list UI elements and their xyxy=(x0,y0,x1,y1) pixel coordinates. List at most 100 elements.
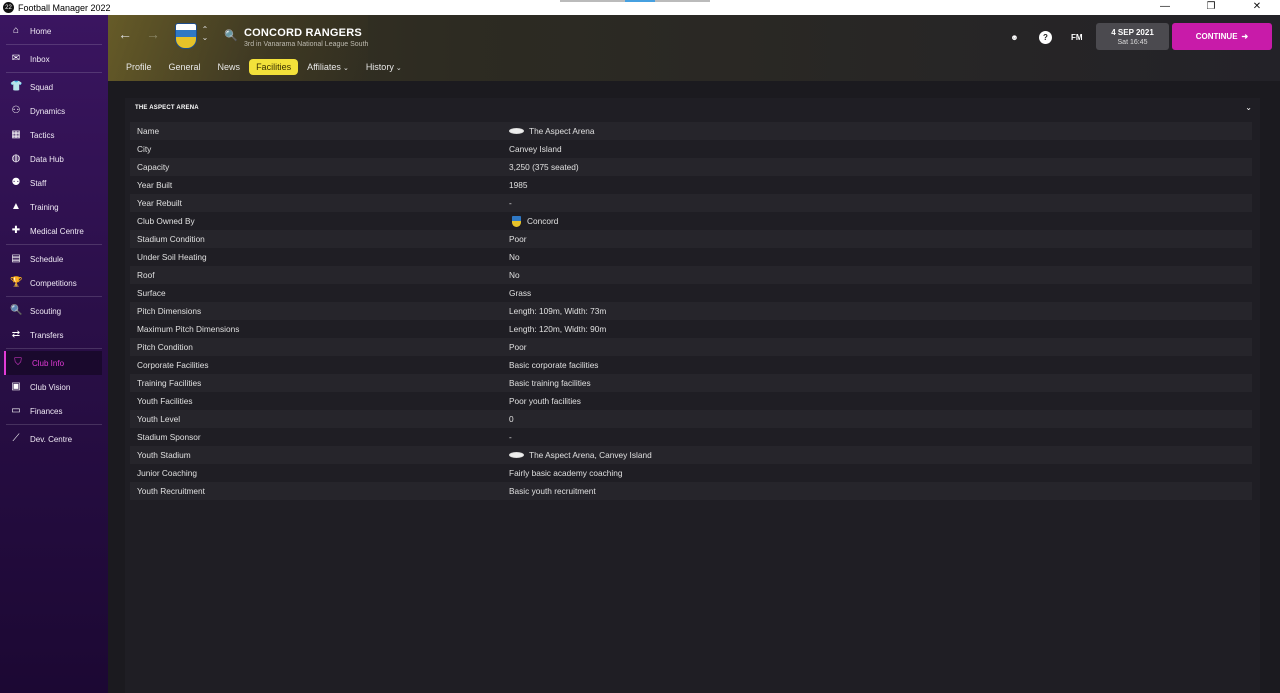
club-crest xyxy=(175,23,197,49)
row-value: - xyxy=(509,432,512,442)
social-feed-icon[interactable]: ☻ xyxy=(1008,31,1021,44)
row-value: 0 xyxy=(509,414,514,424)
row-label: Maximum Pitch Dimensions xyxy=(137,324,240,334)
row-value[interactable]: The Aspect Arena xyxy=(509,126,595,136)
sidebar-item-label: Inbox xyxy=(30,54,50,64)
sidebar-item-staff[interactable]: ⚉ Staff xyxy=(0,171,108,195)
row-value: No xyxy=(509,252,520,262)
sidebar-item-scouting[interactable]: 🔍 Scouting xyxy=(0,299,108,323)
back-arrow-icon[interactable]: ← xyxy=(118,27,132,41)
search-icon[interactable]: 🔍 xyxy=(224,29,238,42)
club-league-position: 3rd in Vanarama National League South xyxy=(244,41,369,48)
training-cone-icon: ▲ xyxy=(11,201,21,212)
sidebar-item-label: Dev. Centre xyxy=(30,434,73,444)
sidebar-nav: ⌂ Home ✉ Inbox 👕 Squad ⚇ Dynamics ▦ Tactics ◍… xyxy=(0,15,108,693)
row-label: Junior Coaching xyxy=(137,468,197,478)
sidebar-item-finances[interactable]: ▭ Finances xyxy=(0,399,108,423)
table-row: Club Owned By Concord xyxy=(130,212,1252,230)
table-row: Corporate Facilities Basic corporate faci… xyxy=(130,356,1252,374)
sidebar-item-label: Dynamics xyxy=(30,106,66,116)
club-crest-icon xyxy=(512,215,521,227)
shirt-icon: 👕 xyxy=(10,81,23,92)
row-value: Basic corporate facilities xyxy=(509,360,599,370)
minimize-button[interactable]: — xyxy=(1142,0,1188,15)
sidebar-item-club-vision[interactable]: ▣ Club Vision xyxy=(0,375,108,399)
row-value[interactable]: The Aspect Arena, Canvey Island xyxy=(509,450,652,460)
sidebar-item-dev-centre[interactable]: ⟋ Dev. Centre xyxy=(0,427,108,451)
sidebar-item-schedule[interactable]: ▤ Schedule xyxy=(0,247,108,271)
close-button[interactable]: ✕ xyxy=(1234,0,1280,15)
table-row: Youth Recruitment Basic youth recruitment xyxy=(130,482,1252,500)
continue-button[interactable]: CONTINUE ➜ xyxy=(1172,23,1272,50)
tab-facilities[interactable]: Facilities xyxy=(249,59,299,75)
sidebar-item-training[interactable]: ▲ Training xyxy=(0,195,108,219)
magnifier-icon: 🔍 xyxy=(10,305,23,316)
row-label: Under Soil Heating xyxy=(137,252,207,262)
tab-history[interactable]: History ⌄ xyxy=(358,59,410,75)
sidebar-item-label: Competitions xyxy=(30,278,77,288)
table-row: City Canvey Island xyxy=(130,140,1252,158)
tab-affiliates[interactable]: Affiliates ⌄ xyxy=(299,59,357,75)
people-icon: ⚇ xyxy=(11,105,21,116)
help-icon[interactable]: ? xyxy=(1039,31,1052,44)
tab-news[interactable]: News xyxy=(210,59,249,75)
panel-title: THE ASPECT ARENA xyxy=(135,105,199,111)
sidebar-item-club-info[interactable]: ⛉ Club Info xyxy=(4,351,102,375)
fm-app-icon: 22 xyxy=(3,2,14,13)
row-label: Pitch Dimensions xyxy=(137,306,202,316)
window-title-bar: 22 Football Manager 2022 — ❐ ✕ xyxy=(0,0,1280,15)
staff-icon: ⚉ xyxy=(11,177,21,188)
game-date[interactable]: 4 SEP 2021 Sat 16:45 xyxy=(1096,23,1169,50)
sidebar-item-home[interactable]: ⌂ Home xyxy=(0,19,108,43)
tactics-board-icon: ▦ xyxy=(11,129,21,140)
club-switch-chevrons-icon[interactable]: ⌃ ⌄ xyxy=(201,26,209,42)
facilities-table: Name The Aspect Arena City Canvey Island C… xyxy=(130,122,1252,500)
row-label: Youth Facilities xyxy=(137,396,193,406)
row-value: 1985 xyxy=(509,180,528,190)
row-value: Poor xyxy=(509,342,527,352)
tab-profile[interactable]: Profile xyxy=(118,59,160,75)
row-label: Year Built xyxy=(137,180,173,190)
table-row: Youth Level 0 xyxy=(130,410,1252,428)
restore-button[interactable]: ❐ xyxy=(1188,0,1234,15)
sidebar-item-medical-centre[interactable]: ✚ Medical Centre xyxy=(0,219,108,243)
sidebar-item-label: Scouting xyxy=(30,306,62,316)
sidebar-item-data-hub[interactable]: ◍ Data Hub xyxy=(0,147,108,171)
table-row: Year Rebuilt - xyxy=(130,194,1252,212)
row-value: Grass xyxy=(509,288,532,298)
table-row: Capacity 3,250 (375 seated) xyxy=(130,158,1252,176)
forward-arrow-icon[interactable]: → xyxy=(146,27,160,41)
sidebar-item-tactics[interactable]: ▦ Tactics xyxy=(0,123,108,147)
sidebar-item-transfers[interactable]: ⇄ Transfers xyxy=(0,323,108,347)
row-label: Youth Level xyxy=(137,414,181,424)
sidebar-item-label: Finances xyxy=(30,406,63,416)
table-row: Roof No xyxy=(130,266,1252,284)
chevron-down-icon: ⌄ xyxy=(342,65,349,72)
row-label: Youth Stadium xyxy=(137,450,191,460)
briefcase-icon: ▣ xyxy=(11,381,21,392)
sidebar-item-competitions[interactable]: 🏆 Competitions xyxy=(0,271,108,295)
fm-menu-button[interactable]: FM xyxy=(1071,33,1083,42)
row-value: No xyxy=(509,270,520,280)
continue-arrow-icon: ➜ xyxy=(1241,32,1249,41)
sidebar-item-label: Data Hub xyxy=(30,154,64,164)
date-text: 4 SEP 2021 xyxy=(1111,28,1154,37)
table-row: Stadium Condition Poor xyxy=(130,230,1252,248)
continue-label: CONTINUE xyxy=(1195,32,1238,41)
table-row: Under Soil Heating No xyxy=(130,248,1252,266)
row-value: Length: 120m, Width: 90m xyxy=(509,324,607,334)
collapse-chevron-icon[interactable]: ⌄ xyxy=(1245,103,1252,112)
sidebar-item-label: Transfers xyxy=(30,330,64,340)
sidebar-item-squad[interactable]: 👕 Squad xyxy=(0,75,108,99)
row-label: Stadium Sponsor xyxy=(137,432,201,442)
sidebar-item-inbox[interactable]: ✉ Inbox xyxy=(0,47,108,71)
main-content: THE ASPECT ARENA ⌄ Name The Aspect Arena … xyxy=(108,81,1280,693)
tab-general[interactable]: General xyxy=(161,59,209,75)
sidebar-item-dynamics[interactable]: ⚇ Dynamics xyxy=(0,99,108,123)
medical-kit-icon: ✚ xyxy=(11,225,21,236)
house-icon: ⌂ xyxy=(12,25,20,36)
dev-centre-icon: ⟋ xyxy=(12,433,20,444)
row-value[interactable]: Concord xyxy=(509,215,558,227)
table-row: Year Built 1985 xyxy=(130,176,1252,194)
row-label: Name xyxy=(137,126,160,136)
